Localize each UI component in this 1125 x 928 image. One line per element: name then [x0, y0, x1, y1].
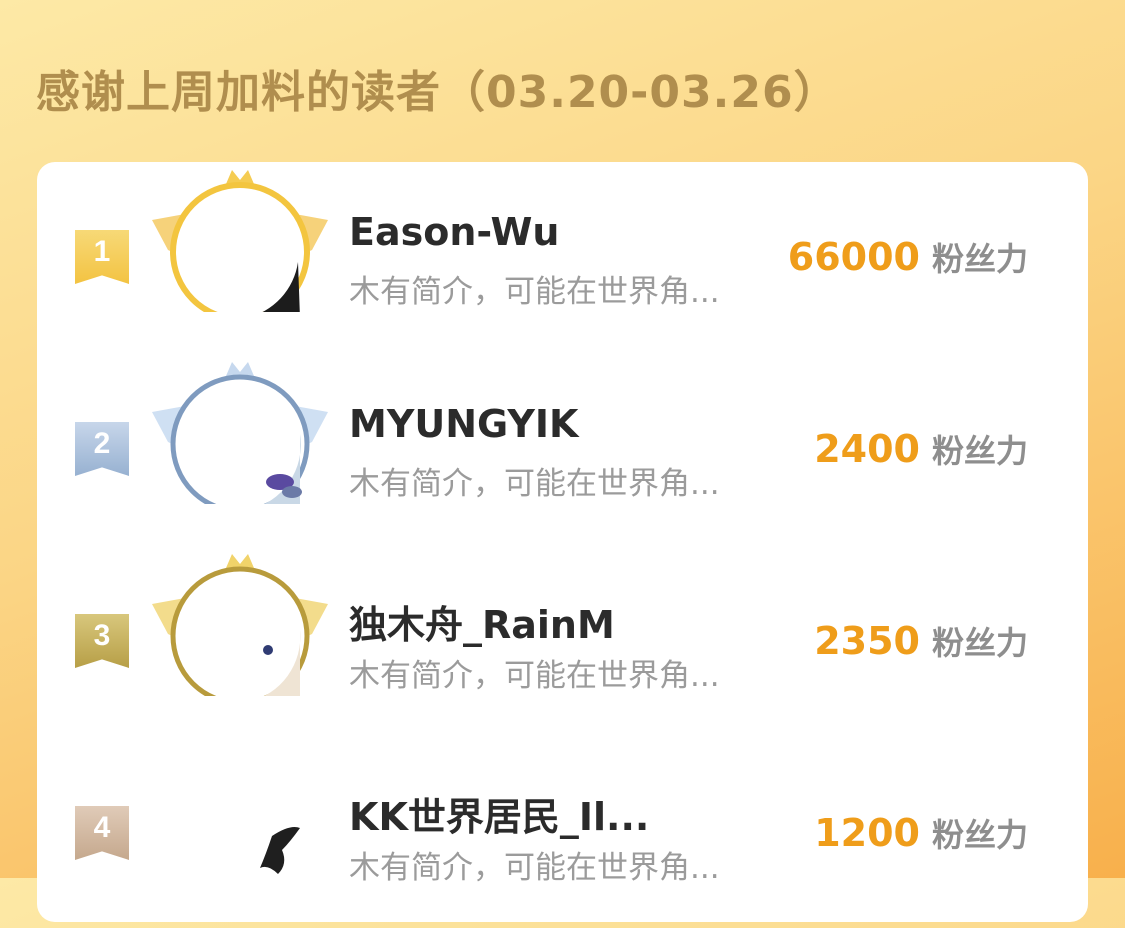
fan-power: 66000 粉丝力 [788, 234, 1028, 280]
reader-row-1[interactable]: 1 Eason-Wu 木有简介，可能在世界角... 66000 粉丝力 [37, 162, 1088, 352]
fan-power: 1200 粉丝力 [814, 810, 1028, 856]
reader-bio: 木有简介，可能在世界角... [349, 658, 720, 694]
reader-bio: 木有简介，可能在世界角... [349, 850, 720, 886]
fan-power-value: 1200 [814, 811, 920, 855]
reader-bio: 木有简介，可能在世界角... [349, 466, 720, 502]
fan-power: 2400 粉丝力 [814, 426, 1028, 472]
rank-badge-gold: 1 [75, 230, 129, 284]
reader-name[interactable]: 独木舟_RainM [349, 594, 615, 649]
page-title: 感谢上周加料的读者（03.20-03.26） [36, 67, 839, 118]
fan-power-unit: 粉丝力 [931, 432, 1028, 470]
reader-row-4[interactable]: 4 KK世界居民_Il... 木有简介，可能在世界角... 1200 粉丝力 [37, 738, 1088, 928]
reader-ranking-card: 1 Eason-Wu 木有简介，可能在世界角... 66000 粉丝力 2 MY… [37, 162, 1088, 922]
reader-name[interactable]: MYUNGYIK [349, 402, 578, 446]
avatar[interactable] [150, 738, 330, 888]
fan-power-value: 2400 [814, 427, 920, 471]
fan-power-value: 2350 [814, 619, 920, 663]
fan-power-unit: 粉丝力 [931, 624, 1028, 662]
reader-row-2[interactable]: 2 MYUNGYIK 木有简介，可能在世界角... 2400 粉丝力 [37, 354, 1088, 544]
reader-name[interactable]: Eason-Wu [349, 210, 559, 254]
avatar-bronze-frame[interactable] [150, 546, 330, 696]
reader-row-3[interactable]: 3 独木舟_RainM 木有简介，可能在世界角... 2350 粉丝力 [37, 546, 1088, 736]
reader-name[interactable]: KK世界居民_Il... [349, 786, 649, 841]
rank-badge-bronze: 3 [75, 614, 129, 668]
fan-power-unit: 粉丝力 [931, 240, 1028, 278]
fan-power: 2350 粉丝力 [814, 618, 1028, 664]
rank-badge-4: 4 [75, 806, 129, 860]
reader-bio: 木有简介，可能在世界角... [349, 274, 720, 310]
rank-badge-silver: 2 [75, 422, 129, 476]
avatar-silver-frame[interactable] [150, 354, 330, 504]
fan-power-value: 66000 [787, 235, 920, 279]
fan-power-unit: 粉丝力 [931, 816, 1028, 854]
avatar-gold-frame[interactable] [150, 162, 330, 312]
